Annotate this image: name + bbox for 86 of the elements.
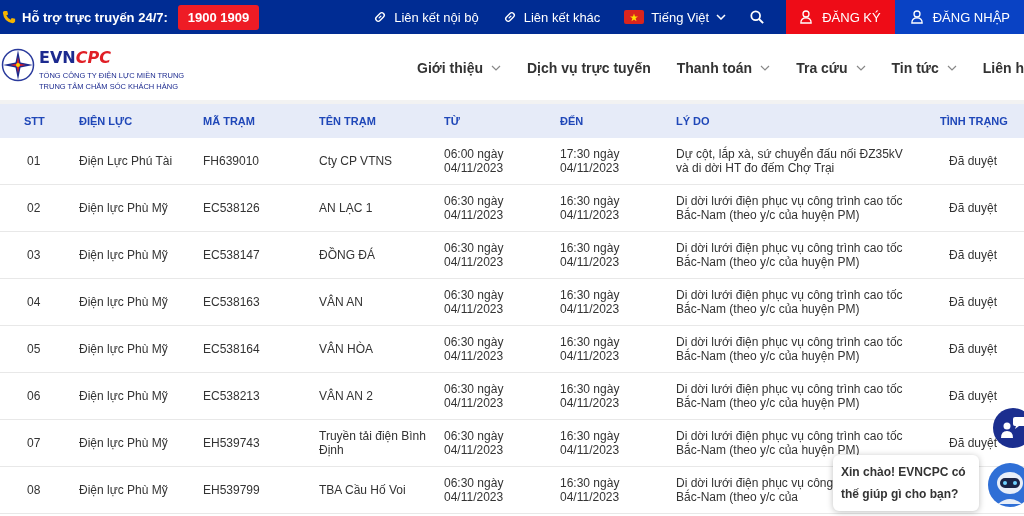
table-cell-text: EC538147: [203, 248, 261, 262]
table-cell-text: TBA Cầu Hố Voi: [319, 483, 407, 497]
nav-item[interactable]: Tra cứu: [796, 60, 866, 76]
table-cell-text: Điện lực Phù Mỹ: [79, 389, 169, 403]
table-cell-text: VÂN AN: [319, 295, 364, 309]
table-cell-text: AN LẠC 1: [319, 201, 374, 215]
nav-item[interactable]: Dịch vụ trực tuyến: [527, 60, 651, 76]
table-cell-text: EC538126: [203, 201, 261, 215]
support-label: Hỗ trợ trực truyến 24/7:: [22, 9, 168, 25]
table-cell-text: ĐỒNG ĐÁ: [319, 248, 376, 262]
table-cell-text: 16:30 ngày 04/11/2023: [560, 335, 621, 363]
table-cell-text: 06:00 ngày 04/11/2023: [444, 147, 505, 175]
column-header: TÌNH TRẠNG: [940, 115, 1009, 127]
table-cell-text: Truyền tải điện Bình Định: [319, 429, 427, 457]
table-cell: Di dời lưới điện phục vụ công trình cao tốc Bắc-Nam (theo y/c của huyện PM): [676, 288, 903, 316]
table-cell-text: Đã duyệt: [948, 201, 998, 215]
top-link[interactable]: Liên kết khác: [502, 9, 601, 25]
nav-item[interactable]: Liên h: [982, 60, 1024, 76]
table-cell-text: 04: [26, 295, 42, 309]
table-cell-text: VÂN AN 2: [319, 389, 375, 403]
table-cell-text: Điện lực Phù Mỹ: [79, 342, 169, 356]
table-cell-text: Đã duyệt: [948, 389, 998, 403]
register-button[interactable]: ĐĂNG KÝ: [786, 0, 895, 34]
column-header: STT: [23, 115, 46, 127]
column-header: TÊN TRẠM: [319, 115, 377, 127]
table-cell-text: Điện Lực Phú Tài: [79, 154, 174, 168]
table-cell-text: 06: [26, 389, 42, 403]
column-header: MÃ TRẠM: [203, 115, 256, 127]
table-cell-text: 07: [26, 436, 42, 450]
table-cell-text: Đã duyệt: [948, 436, 998, 450]
table-cell-text: 16:30 ngày 04/11/2023: [560, 476, 621, 504]
table-cell-text: Điện lực Phù Mỹ: [79, 201, 169, 215]
table-cell: Di dời lưới điện phục vụ công trình cao tốc Bắc-Nam (theo y/c của huyện PM): [676, 194, 903, 222]
table-cell: Di dời lưới điện phục vụ công Bắc-Nam (theo y/c của: [676, 476, 834, 504]
table-cell-text: VÂN HÒA: [319, 342, 374, 356]
column-header: ĐIỆN LỰC: [79, 115, 134, 127]
nav-item[interactable]: Thanh toán: [676, 60, 771, 76]
table-cell-text: 16:30 ngày 04/11/2023: [560, 382, 621, 410]
table-cell: Di dời lưới điện phục vụ công trình cao tốc Bắc-Nam (theo y/c của huyện PM): [676, 429, 903, 457]
table-cell-text: 01: [26, 154, 42, 168]
table-cell-text: 16:30 ngày 04/11/2023: [560, 429, 621, 457]
table-cell-text: 06:30 ngày 04/11/2023: [444, 335, 505, 363]
table-cell-text: 16:30 ngày 04/11/2023: [560, 241, 621, 269]
table-cell: Di dời lưới điện phục vụ công trình cao tốc Bắc-Nam (theo y/c của huyện PM): [676, 382, 903, 410]
table-cell: Dự cột, lắp xà, sứ chuyển đấu nối ĐZ35kV và di dời HT đo đếm Chợ Trại: [676, 147, 903, 175]
table-cell-text: 06:30 ngày 04/11/2023: [444, 194, 505, 222]
table-cell-text: 08: [26, 483, 42, 497]
table-cell-text: 06:30 ngày 04/11/2023: [444, 382, 505, 410]
table-cell-text: 06:30 ngày 04/11/2023: [444, 476, 505, 504]
table-cell-text: EH539743: [203, 436, 261, 450]
table-cell: Di dời lưới điện phục vụ công trình cao tốc Bắc-Nam (theo y/c của huyện PM): [676, 241, 903, 269]
table-cell-text: 03: [26, 248, 42, 262]
column-header: TỪ: [444, 115, 461, 127]
top-link[interactable]: Liên kết nội bộ: [373, 9, 479, 25]
table-cell-text: Cty CP VTNS: [319, 154, 394, 168]
table-cell-text: Đã duyệt: [948, 248, 998, 262]
table-cell-text: EC538164: [203, 342, 261, 356]
table-cell-text: 17:30 ngày 04/11/2023: [560, 147, 621, 175]
table-cell-text: 05: [26, 342, 42, 356]
table-cell-text: 06:30 ngày 04/11/2023: [444, 241, 505, 269]
table-cell-text: FH639010: [203, 154, 261, 168]
column-header: ĐẾN: [560, 115, 585, 127]
table-cell-text: EC538213: [203, 389, 261, 403]
table-cell: Di dời lưới điện phục vụ công trình cao tốc Bắc-Nam (theo y/c của huyện PM): [676, 335, 903, 363]
table-cell-text: Đã duyệt: [948, 295, 998, 309]
table-cell-text: 16:30 ngày 04/11/2023: [560, 194, 621, 222]
nav-item[interactable]: Tin tức: [891, 60, 957, 76]
language-selector[interactable]: Tiếng Việt: [624, 9, 727, 25]
brand-name: EVNCPC: [39, 48, 112, 67]
table-cell-text: EH539799: [203, 483, 261, 497]
table-cell-text: 02: [26, 201, 42, 215]
hotline-badge[interactable]: 1900 1909: [177, 4, 260, 30]
table-cell-text: 06:30 ngày 04/11/2023: [444, 429, 505, 457]
column-header: LÝ DO: [676, 115, 711, 127]
table-cell-text: Điện lực Phù Mỹ: [79, 483, 169, 497]
table-cell-text: Đã duyệt: [948, 154, 998, 168]
table-cell-text: Đã duyệt: [948, 342, 998, 356]
table-cell-text: 06:30 ngày 04/11/2023: [444, 288, 505, 316]
table-cell-text: Điện lực Phù Mỹ: [79, 248, 169, 262]
login-button[interactable]: ĐĂNG NHẬP: [894, 0, 1024, 34]
nav-item[interactable]: Giới thiệu: [417, 60, 501, 76]
table-cell-text: Điện lực Phù Mỹ: [79, 295, 169, 309]
table-cell-text: 16:30 ngày 04/11/2023: [560, 288, 621, 316]
chat-bubble: Xin chào! EVNCPC có thế giúp gì cho bạn?: [833, 455, 979, 511]
table-cell-text: EC538163: [203, 295, 261, 309]
table-cell-text: Điện lực Phù Mỹ: [79, 436, 169, 450]
